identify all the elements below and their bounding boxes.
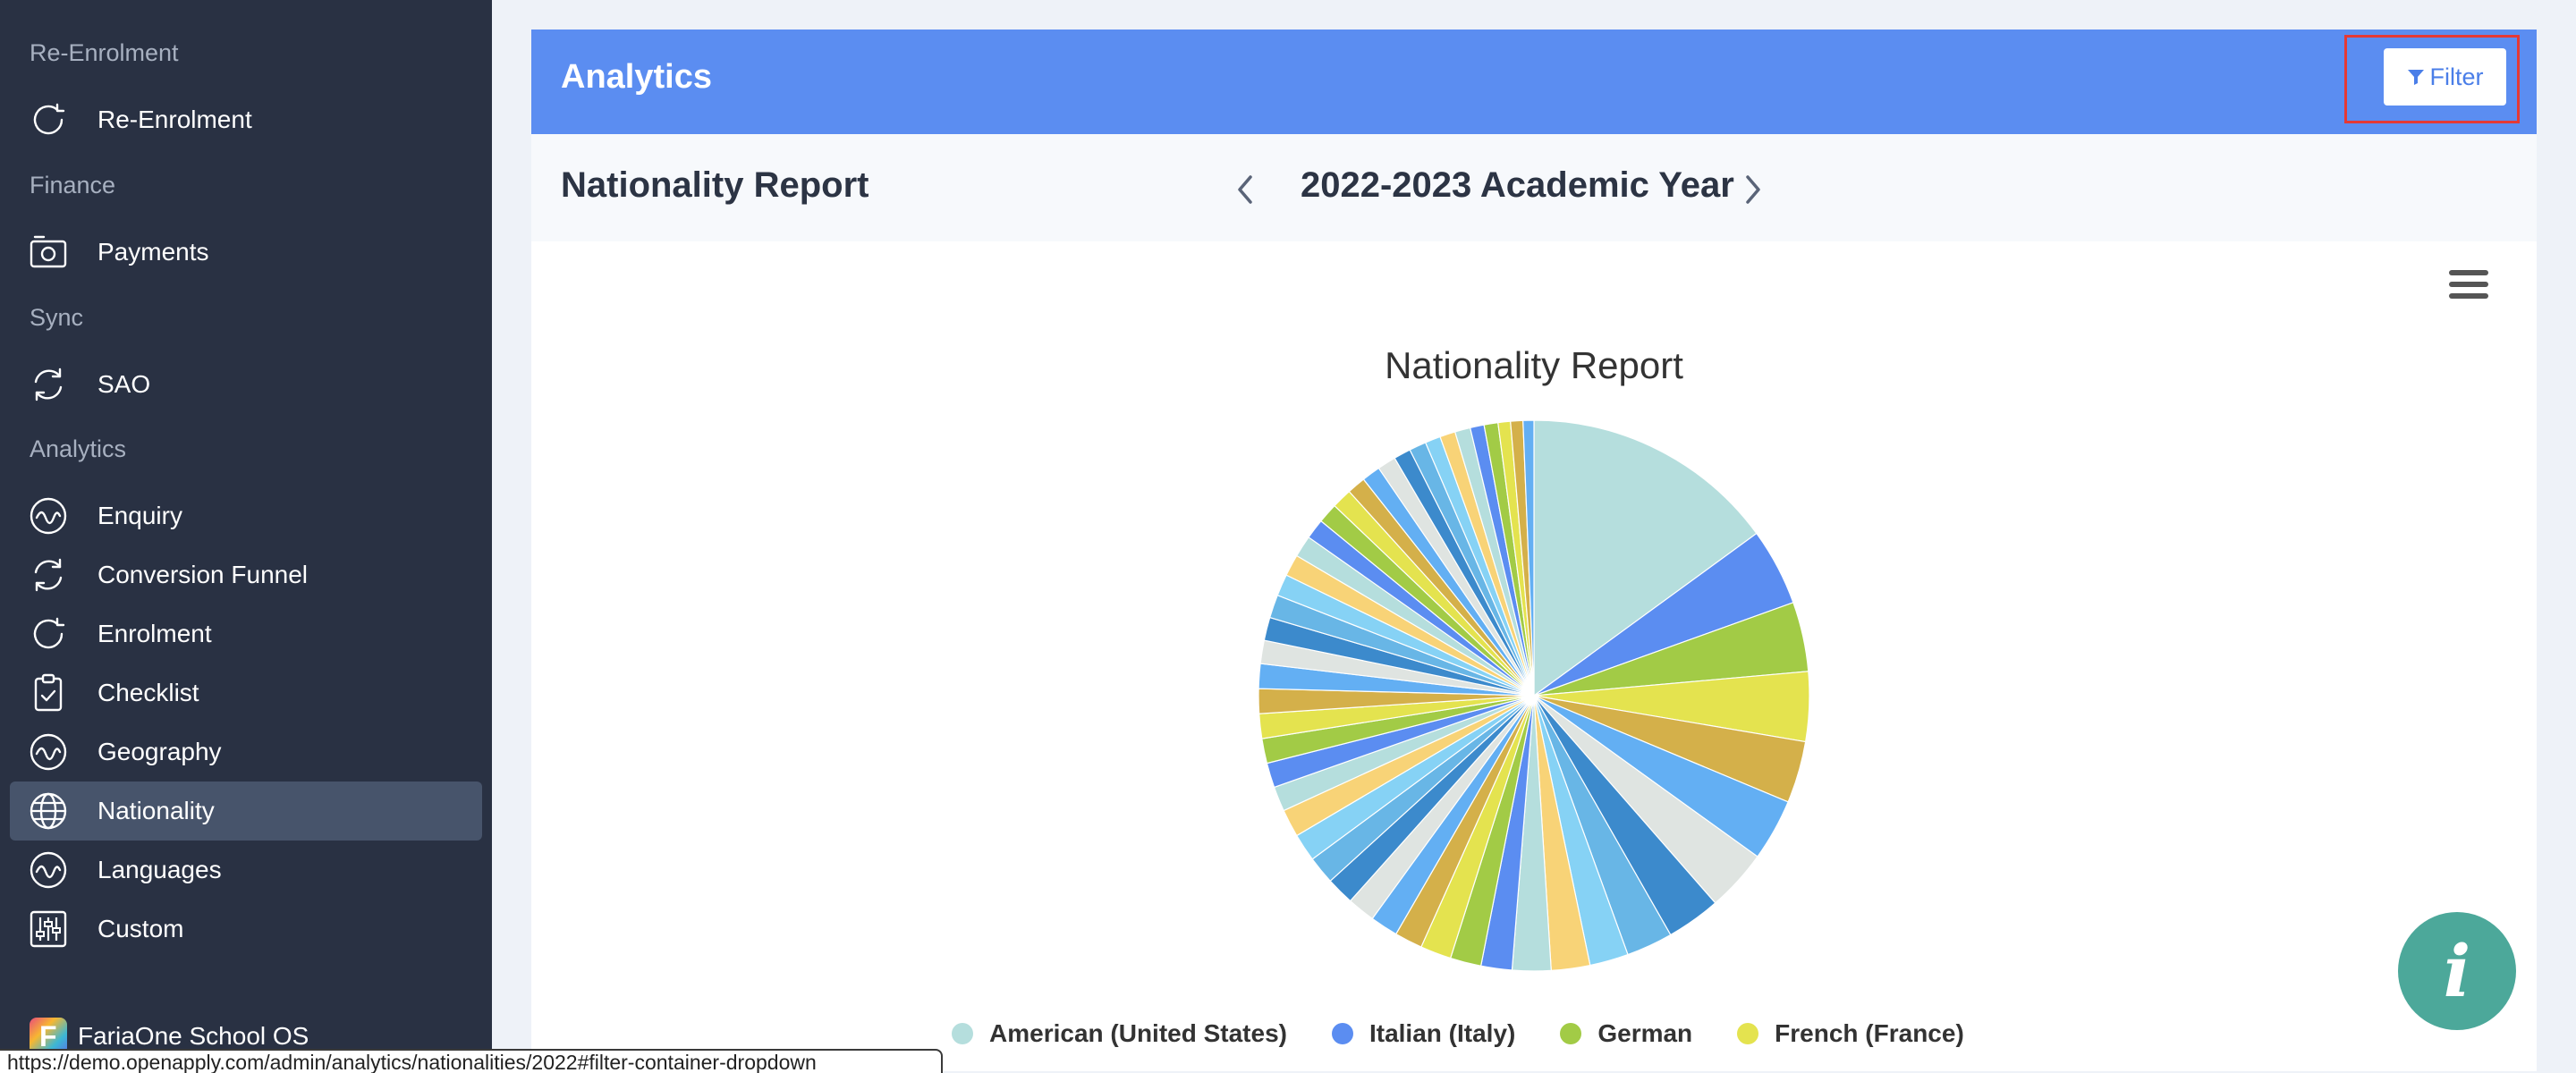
sidebar-item-nationality[interactable]: Nationality (10, 782, 482, 841)
refresh-icon (28, 99, 69, 140)
legend-label: German (1597, 1019, 1693, 1047)
report-toolbar: Nationality Report 2022-2023 Academic Ye… (531, 134, 2537, 241)
legend-dot-icon (1737, 1023, 1759, 1044)
sidebar-item-label: Payments (97, 238, 209, 266)
sidebar-item-sao[interactable]: SAO (10, 355, 482, 414)
sidebar-item-label: Nationality (97, 797, 215, 824)
sidebar-item-label: Enquiry (97, 502, 182, 529)
sidebar-item-conversion-funnel[interactable]: Conversion Funnel (10, 545, 482, 604)
filter-button-label: Filter (2429, 63, 2484, 90)
sync-icon (28, 364, 69, 405)
sidebar-item-geography[interactable]: Geography (10, 722, 482, 782)
legend-label: Italian (Italy) (1368, 1019, 1516, 1047)
section-label-analytics: Analytics (30, 435, 127, 462)
sidebar-item-enquiry[interactable]: Enquiry (10, 486, 482, 545)
section-label-re-enrolment: Re-Enrolment (30, 39, 179, 66)
section-label-finance: Finance (30, 172, 116, 199)
brand-label: FariaOne School OS (78, 1022, 309, 1050)
legend-label: French (France) (1775, 1019, 1964, 1047)
refresh-icon (28, 613, 69, 655)
nationality-pie-chart (1258, 419, 1810, 972)
legend-item[interactable]: German (1560, 1019, 1692, 1048)
sidebar-item-checklist[interactable]: Checklist (10, 663, 482, 722)
sidebar-item-custom[interactable]: Custom (10, 900, 482, 959)
filter-button[interactable]: Filter (2384, 48, 2506, 106)
sidebar-item-enrolment[interactable]: Enrolment (10, 604, 482, 663)
sidebar-item-label: Geography (97, 738, 222, 765)
status-bar-url: https://demo.openapply.com/admin/analyti… (0, 1049, 943, 1073)
wave-icon (28, 849, 69, 891)
sidebar-item-label: Enrolment (97, 620, 212, 647)
previous-year-button[interactable] (1231, 172, 1261, 207)
legend-dot-icon (1560, 1023, 1582, 1044)
chart-legend: American (United States) Italian (Italy) G… (952, 1019, 2009, 1048)
sidebar-item-languages[interactable]: Languages (10, 841, 482, 900)
sidebar-item-label: Custom (97, 915, 184, 942)
legend-item[interactable]: Italian (Italy) (1331, 1019, 1516, 1048)
sidebar-item-label: Checklist (97, 679, 199, 706)
legend-item[interactable]: American (United States) (952, 1019, 1287, 1048)
chevron-left-icon (1238, 175, 1252, 204)
info-help-button[interactable]: i (2398, 912, 2516, 1030)
globe-icon (28, 790, 69, 832)
academic-year-label: 2022-2023 Academic Year (1301, 165, 1734, 205)
sidebar: Re-Enrolment Re-Enrolment Finance Paymen… (0, 0, 492, 1071)
page-title: Analytics (561, 58, 712, 96)
legend-item[interactable]: French (France) (1737, 1019, 1964, 1048)
legend-label: American (United States) (989, 1019, 1287, 1047)
sync-icon (28, 554, 69, 596)
clipboard-check-icon (28, 672, 69, 714)
sidebar-item-label: Conversion Funnel (97, 561, 309, 588)
sidebar-item-payments[interactable]: Payments (10, 223, 482, 282)
wave-icon (28, 495, 69, 536)
filter-icon (2407, 70, 2424, 85)
chart-card: Nationality Report American (United Stat… (531, 241, 2537, 1071)
analytics-header: Analytics Filter (531, 30, 2537, 134)
section-label-sync: Sync (30, 304, 84, 331)
sliders-icon (28, 908, 69, 950)
wave-icon (28, 731, 69, 773)
report-title: Nationality Report (561, 165, 869, 205)
camera-icon (28, 232, 69, 273)
chevron-right-icon (1746, 175, 1760, 204)
sidebar-item-label: Re-Enrolment (97, 106, 252, 133)
legend-dot-icon (1331, 1023, 1353, 1044)
next-year-button[interactable] (1737, 172, 1767, 207)
info-icon: i (2443, 929, 2471, 1013)
legend-dot-icon (952, 1023, 973, 1044)
sidebar-item-label: SAO (97, 370, 151, 398)
sidebar-item-label: Languages (97, 856, 222, 883)
sidebar-item-re-enrolment[interactable]: Re-Enrolment (10, 90, 482, 149)
